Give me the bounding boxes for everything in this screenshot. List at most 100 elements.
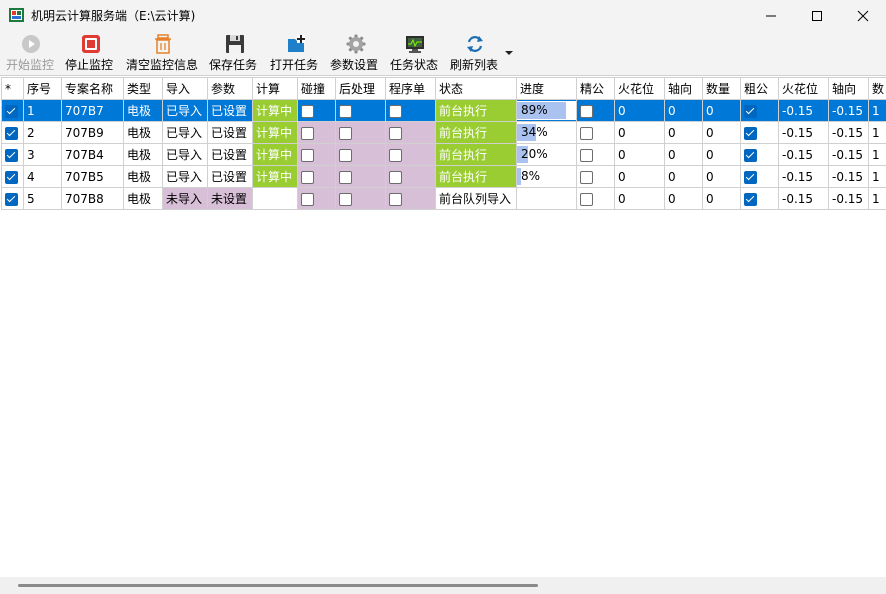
table-row[interactable]: 2707B9电极已导入已设置计算中前台执行34%000-0.15-0.151 bbox=[2, 122, 886, 144]
col-header-qty[interactable]: 数量 bbox=[703, 78, 741, 100]
collision-checkbox[interactable] bbox=[301, 149, 314, 162]
col-header-rough-qty[interactable]: 数 bbox=[869, 78, 886, 100]
rough-quantity-cell: 1 bbox=[869, 100, 886, 122]
collision-cell bbox=[298, 166, 336, 188]
fine-electrode-cell bbox=[577, 122, 615, 144]
col-header-progress[interactable]: 进度 bbox=[517, 78, 577, 100]
row-select-checkbox[interactable] bbox=[5, 193, 18, 206]
task-status-cell: 前台执行 bbox=[436, 122, 517, 144]
import-status-cell: 未导入 bbox=[163, 188, 208, 210]
fine-electrode-checkbox[interactable] bbox=[580, 127, 593, 140]
table-row[interactable]: 3707B4电极已导入已设置计算中前台执行20%000-0.15-0.151 bbox=[2, 144, 886, 166]
col-header-name[interactable]: 专案名称 bbox=[62, 78, 124, 100]
collision-checkbox[interactable] bbox=[301, 105, 314, 118]
task-status-button[interactable]: 任务状态 bbox=[388, 33, 442, 73]
stop-monitor-label: 停止监控 bbox=[65, 56, 113, 73]
col-header-fine[interactable]: 精公 bbox=[577, 78, 615, 100]
fine-electrode-cell bbox=[577, 166, 615, 188]
type-cell: 电极 bbox=[124, 122, 163, 144]
task-status-cell: 前台执行 bbox=[436, 100, 517, 122]
row-select-checkbox[interactable] bbox=[5, 149, 18, 162]
fine-electrode-checkbox[interactable] bbox=[580, 105, 593, 118]
post-process-checkbox[interactable] bbox=[339, 171, 352, 184]
maximize-button[interactable] bbox=[794, 0, 840, 31]
start-monitor-label: 开始监控 bbox=[6, 56, 54, 73]
save-task-button[interactable]: 保存任务 bbox=[207, 33, 261, 73]
post-process-checkbox[interactable] bbox=[339, 105, 352, 118]
fine-electrode-checkbox[interactable] bbox=[580, 149, 593, 162]
post-process-cell bbox=[336, 144, 386, 166]
rough-quantity-cell: 1 bbox=[869, 188, 886, 210]
rough-electrode-checkbox[interactable] bbox=[744, 105, 757, 118]
clear-monitor-info-button[interactable]: 清空监控信息 bbox=[124, 33, 200, 73]
col-header-rough-axis[interactable]: 轴向 bbox=[829, 78, 869, 100]
rough-electrode-checkbox[interactable] bbox=[744, 171, 757, 184]
start-monitor-button[interactable]: 开始监控 bbox=[4, 33, 56, 73]
progress-bar bbox=[517, 189, 576, 208]
col-header-rough-spark[interactable]: 火花位 bbox=[779, 78, 829, 100]
refresh-icon bbox=[465, 34, 485, 54]
col-header-type[interactable]: 类型 bbox=[124, 78, 163, 100]
col-header-fine-axis[interactable]: 轴向 bbox=[665, 78, 703, 100]
toolbar-overflow-button[interactable] bbox=[504, 47, 514, 57]
program-sheet-cell bbox=[386, 122, 436, 144]
col-header-collision[interactable]: 碰撞 bbox=[298, 78, 336, 100]
col-header-import[interactable]: 导入 bbox=[163, 78, 208, 100]
collision-checkbox[interactable] bbox=[301, 171, 314, 184]
table-row[interactable]: 5707B8电极未导入未设置前台队列导入000-0.15-0.151 bbox=[2, 188, 886, 210]
col-header-index[interactable]: 序号 bbox=[24, 78, 62, 100]
col-header-calc[interactable]: 计算 bbox=[253, 78, 298, 100]
table-row[interactable]: 1707B7电极已导入已设置计算中前台执行89%000-0.15-0.151 bbox=[2, 100, 886, 122]
fine-electrode-checkbox[interactable] bbox=[580, 193, 593, 206]
stop-monitor-button[interactable]: 停止监控 bbox=[63, 33, 115, 73]
rough-electrode-checkbox[interactable] bbox=[744, 127, 757, 140]
title-bar: 机明云计算服务端（E:\云计算) bbox=[0, 0, 886, 31]
col-header-status[interactable]: 状态 bbox=[436, 78, 517, 100]
program-sheet-checkbox[interactable] bbox=[389, 171, 402, 184]
col-header-fine-spark[interactable]: 火花位 bbox=[615, 78, 665, 100]
minimize-button[interactable] bbox=[748, 0, 794, 31]
close-button[interactable] bbox=[840, 0, 886, 31]
col-header-params[interactable]: 参数 bbox=[208, 78, 253, 100]
maximize-icon bbox=[811, 10, 823, 22]
row-select-checkbox[interactable] bbox=[5, 171, 18, 184]
program-sheet-checkbox[interactable] bbox=[389, 193, 402, 206]
rough-electrode-cell bbox=[741, 100, 779, 122]
program-sheet-checkbox[interactable] bbox=[389, 105, 402, 118]
rough-electrode-checkbox[interactable] bbox=[744, 193, 757, 206]
horizontal-scrollbar-thumb[interactable] bbox=[18, 584, 538, 587]
fine-electrode-checkbox[interactable] bbox=[580, 171, 593, 184]
collision-checkbox[interactable] bbox=[301, 127, 314, 140]
refresh-list-label: 刷新列表 bbox=[450, 56, 498, 73]
progress-bar: 8% bbox=[517, 167, 576, 186]
horizontal-scrollbar[interactable] bbox=[0, 577, 886, 594]
post-process-checkbox[interactable] bbox=[339, 127, 352, 140]
collision-checkbox[interactable] bbox=[301, 193, 314, 206]
quantity-cell: 0 bbox=[703, 144, 741, 166]
table-row[interactable]: 4707B5电极已导入已设置计算中前台执行8%000-0.15-0.151 bbox=[2, 166, 886, 188]
col-header-select[interactable]: * bbox=[2, 78, 24, 100]
row-select-checkbox[interactable] bbox=[5, 127, 18, 140]
program-sheet-checkbox[interactable] bbox=[389, 127, 402, 140]
open-task-button[interactable]: 打开任务 bbox=[268, 33, 322, 73]
fine-electrode-cell bbox=[577, 144, 615, 166]
project-name-cell: 707B9 bbox=[62, 122, 124, 144]
col-header-post[interactable]: 后处理 bbox=[336, 78, 386, 100]
post-process-checkbox[interactable] bbox=[339, 193, 352, 206]
index-cell: 2 bbox=[24, 122, 62, 144]
col-header-program[interactable]: 程序单 bbox=[386, 78, 436, 100]
rough-electrode-checkbox[interactable] bbox=[744, 149, 757, 162]
col-header-rough[interactable]: 粗公 bbox=[741, 78, 779, 100]
type-cell: 电极 bbox=[124, 188, 163, 210]
task-status-label: 任务状态 bbox=[390, 56, 438, 73]
row-select-checkbox[interactable] bbox=[5, 105, 18, 118]
program-sheet-cell bbox=[386, 188, 436, 210]
post-process-checkbox[interactable] bbox=[339, 149, 352, 162]
param-settings-button[interactable]: 参数设置 bbox=[328, 33, 382, 73]
program-sheet-cell bbox=[386, 166, 436, 188]
progress-text: 34% bbox=[517, 125, 548, 139]
post-process-cell bbox=[336, 122, 386, 144]
task-table: * 序号 专案名称 类型 导入 参数 计算 碰撞 后处理 程序单 状态 进度 精… bbox=[1, 77, 886, 210]
program-sheet-checkbox[interactable] bbox=[389, 149, 402, 162]
refresh-list-button[interactable]: 刷新列表 bbox=[448, 33, 502, 73]
